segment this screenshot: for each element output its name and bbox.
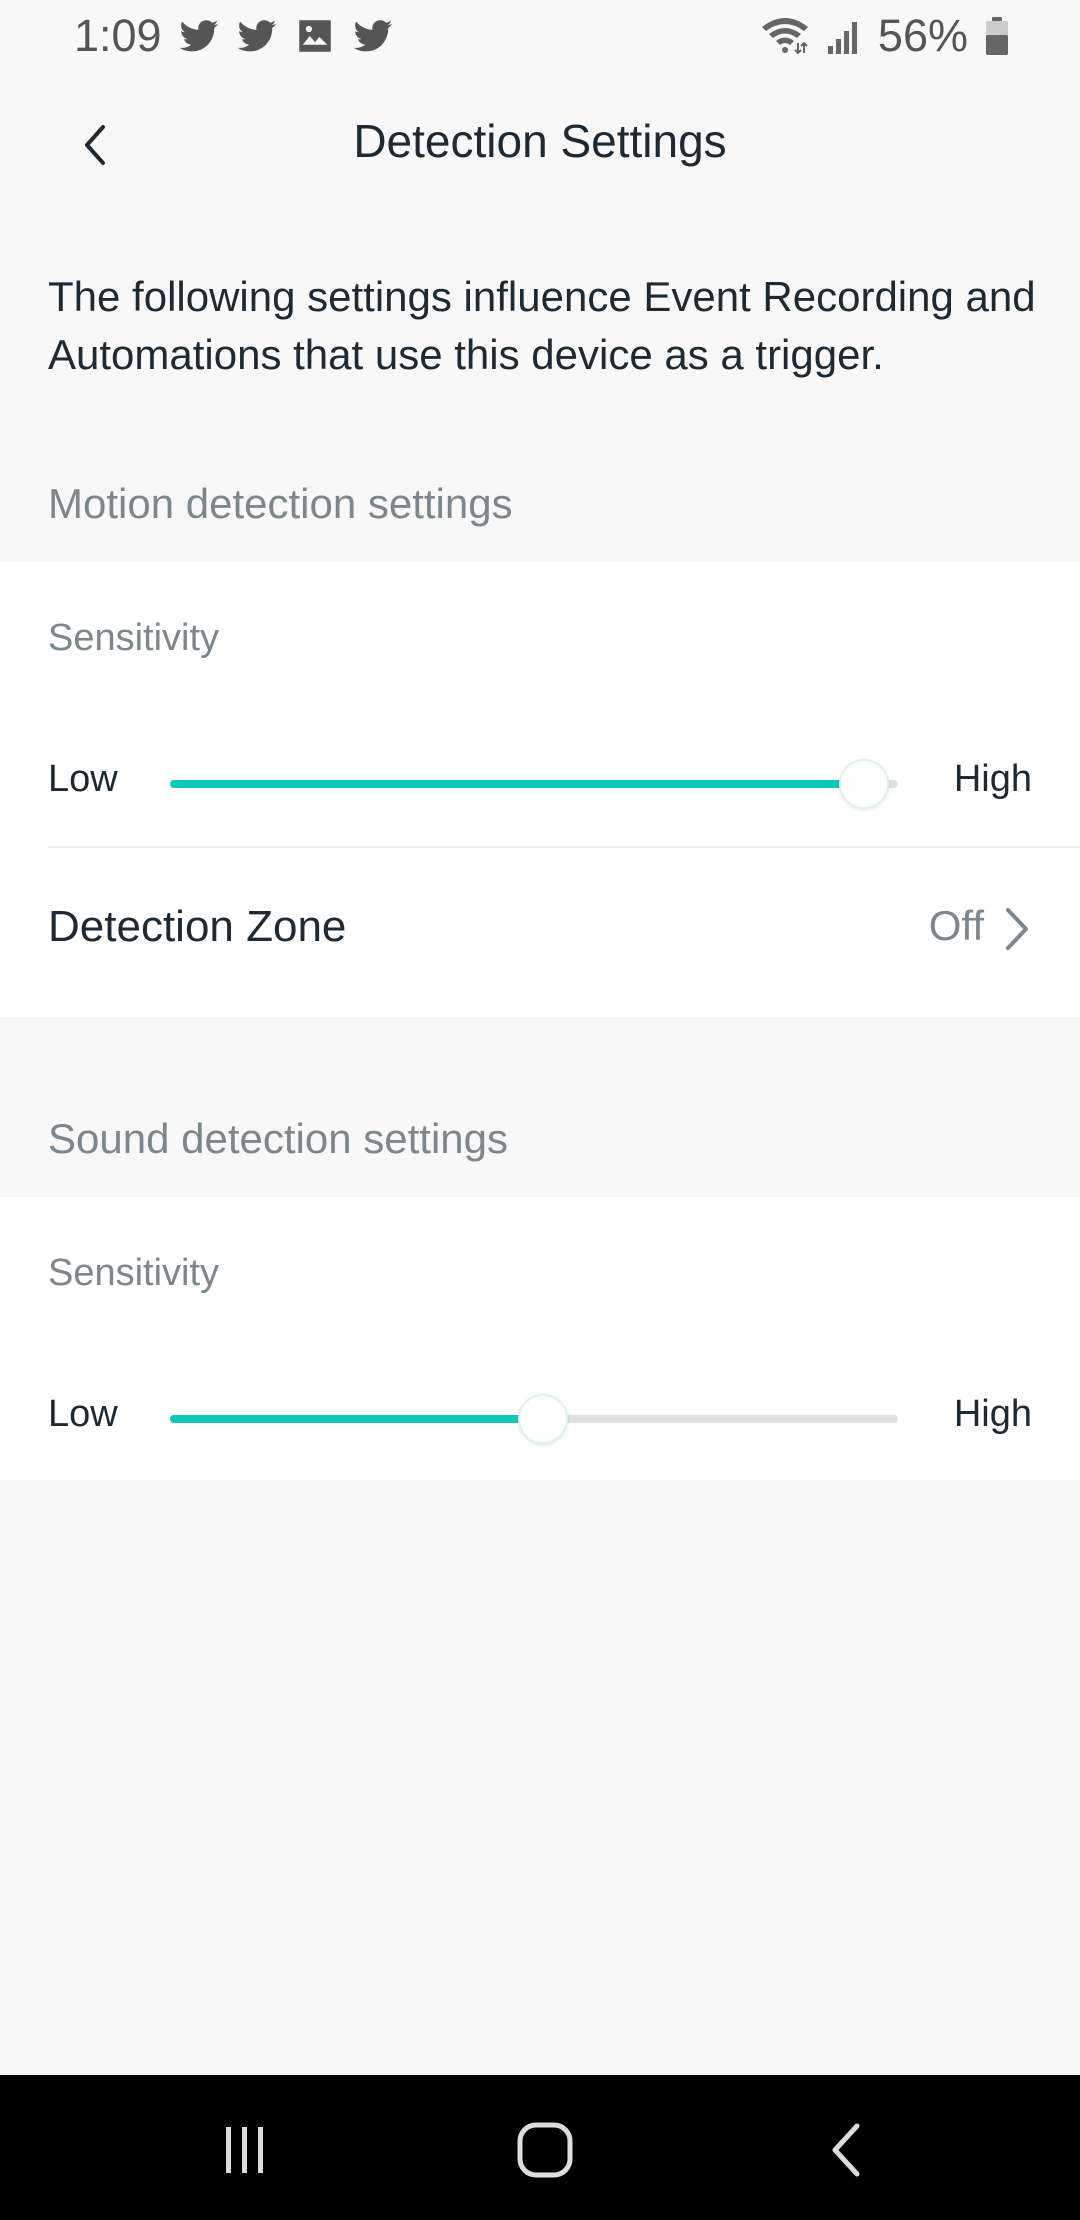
home-icon <box>517 2122 573 2178</box>
system-status: 56% <box>760 10 1010 62</box>
twitter-icon <box>237 20 277 52</box>
detection-zone-label: Detection Zone <box>48 902 347 951</box>
status-time: 1:09 <box>74 10 162 61</box>
motion-sensitivity-slider[interactable] <box>170 759 898 809</box>
motion-sensitivity-label: Sensitivity <box>48 617 220 659</box>
twitter-icon <box>179 20 219 52</box>
back-icon <box>832 2123 860 2177</box>
sound-slider-thumb[interactable] <box>518 1394 569 1444</box>
recent-apps-button[interactable] <box>200 2105 290 2195</box>
status-bar: 1:09 56% <box>0 0 1080 72</box>
system-back-button[interactable] <box>800 2105 890 2195</box>
sound-sensitivity-label: Sensitivity <box>48 1252 220 1294</box>
page-title: Detection Settings <box>353 115 727 167</box>
sound-high-label: High <box>953 1393 1032 1435</box>
chevron-right-icon <box>1006 908 1028 950</box>
sound-settings-card: Sensitivity Low High <box>0 1197 1080 1480</box>
sound-slider-fill <box>170 1415 542 1423</box>
motion-high-label: High <box>953 758 1032 800</box>
notification-icons <box>178 14 394 58</box>
motion-sensitivity-slider-row: Low High <box>0 758 1080 818</box>
motion-slider-fill <box>170 780 862 788</box>
motion-slider-thumb[interactable] <box>838 759 889 809</box>
intro-text: The following settings influence Event R… <box>48 273 1036 378</box>
signal-icon <box>827 22 857 54</box>
battery-icon <box>986 17 1008 55</box>
detection-zone-row[interactable]: Detection Zone Off <box>0 868 1080 988</box>
system-navigation-bar <box>0 2075 1080 2220</box>
sound-section-heading: Sound detection settings <box>48 1115 508 1162</box>
battery-percentage: 56% <box>877 10 968 61</box>
motion-low-label: Low <box>48 758 118 800</box>
detection-zone-value: Off <box>928 902 984 949</box>
recent-apps-icon <box>226 2127 263 2173</box>
twitter-icon <box>353 20 393 52</box>
app-header: Detection Settings <box>0 90 1080 190</box>
sound-sensitivity-slider-row: Low High <box>0 1393 1080 1453</box>
motion-section-heading: Motion detection settings <box>48 480 513 527</box>
image-icon <box>299 20 331 52</box>
wifi-icon <box>761 18 808 55</box>
sound-sensitivity-slider[interactable] <box>170 1394 898 1444</box>
sound-low-label: Low <box>48 1393 118 1435</box>
motion-settings-card: Sensitivity Low High Detection Zone Off <box>0 562 1080 1017</box>
home-button[interactable] <box>500 2105 590 2195</box>
divider <box>48 846 1080 848</box>
